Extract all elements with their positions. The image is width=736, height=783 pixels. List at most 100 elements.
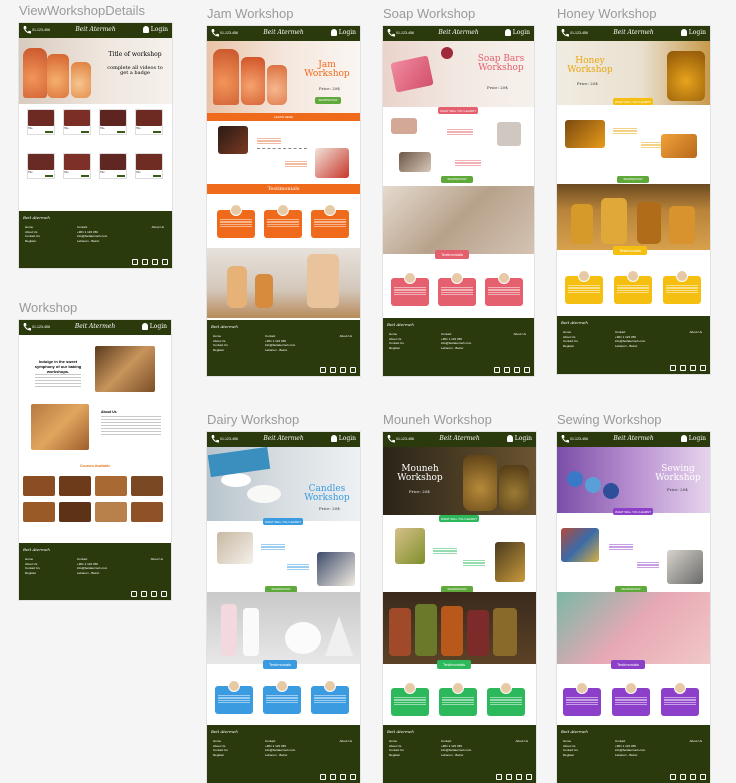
phone-number[interactable]: 01-123-456 bbox=[32, 325, 50, 329]
instagram-icon[interactable] bbox=[680, 774, 686, 780]
footer-link[interactable]: Register bbox=[563, 344, 578, 349]
course-card[interactable] bbox=[23, 502, 55, 522]
intro-title: Indulge in the sweet symphony of our bak… bbox=[34, 359, 82, 374]
facebook-icon[interactable] bbox=[494, 367, 500, 373]
phone-number[interactable]: 01-123-456 bbox=[396, 437, 414, 441]
logo[interactable]: Beit Atermeh bbox=[75, 323, 115, 330]
logo[interactable]: Beit Atermeh bbox=[263, 29, 303, 36]
footer: Beit Atermeh Home About Us Contact Us Regis… bbox=[207, 320, 360, 376]
youtube-icon[interactable] bbox=[152, 259, 158, 265]
instagram-icon[interactable] bbox=[141, 591, 147, 597]
twitter-icon[interactable] bbox=[162, 259, 168, 265]
course-card[interactable] bbox=[59, 502, 91, 522]
footer-link[interactable]: Register bbox=[389, 346, 404, 351]
instagram-icon[interactable] bbox=[504, 367, 510, 373]
logo[interactable]: Beit Atermeh bbox=[75, 26, 115, 33]
phone-number[interactable]: 01-123-456 bbox=[220, 437, 238, 441]
login-button[interactable]: Login bbox=[141, 323, 167, 330]
phone-number[interactable]: 01-123-456 bbox=[570, 31, 588, 35]
register-button[interactable]: REGISTER NOW bbox=[315, 97, 341, 104]
phone-number[interactable]: 01-123-456 bbox=[570, 437, 588, 441]
learn-point bbox=[641, 142, 663, 148]
login-button[interactable]: Login bbox=[506, 435, 532, 442]
video-item[interactable]: Title bbox=[63, 109, 91, 135]
footer-link[interactable]: Register bbox=[213, 348, 228, 353]
instagram-icon[interactable] bbox=[680, 365, 686, 371]
logo[interactable]: Beit Atermeh bbox=[613, 29, 653, 36]
facebook-icon[interactable] bbox=[320, 774, 326, 780]
twitter-icon[interactable] bbox=[350, 774, 356, 780]
video-item[interactable]: Title bbox=[99, 153, 127, 179]
video-item[interactable]: Title bbox=[63, 153, 91, 179]
youtube-icon[interactable] bbox=[340, 774, 346, 780]
video-item[interactable]: Title bbox=[27, 109, 55, 135]
footer-about[interactable]: About Us bbox=[690, 739, 702, 743]
logo[interactable]: Beit Atermeh bbox=[439, 435, 479, 442]
twitter-icon[interactable] bbox=[700, 774, 706, 780]
learn-point bbox=[455, 160, 481, 166]
login-button[interactable]: Login bbox=[330, 29, 356, 36]
video-item[interactable]: Title bbox=[27, 153, 55, 179]
login-button[interactable]: Login bbox=[680, 29, 706, 36]
phone-number[interactable]: 01-123-456 bbox=[32, 28, 50, 32]
instagram-icon[interactable] bbox=[142, 259, 148, 265]
facebook-icon[interactable] bbox=[131, 591, 137, 597]
testimonial-text bbox=[666, 285, 698, 294]
video-item[interactable]: Title bbox=[99, 109, 127, 135]
youtube-icon[interactable] bbox=[690, 365, 696, 371]
twitter-icon[interactable] bbox=[161, 591, 167, 597]
login-button[interactable]: Login bbox=[680, 435, 706, 442]
footer-about[interactable]: About Us bbox=[690, 330, 702, 334]
footer-link[interactable]: Register bbox=[25, 571, 40, 576]
facebook-icon[interactable] bbox=[320, 367, 326, 373]
course-card[interactable] bbox=[131, 476, 163, 496]
footer-link[interactable]: Register bbox=[25, 239, 40, 244]
footer-link[interactable]: Register bbox=[389, 753, 404, 758]
footer-about[interactable]: About Us bbox=[516, 739, 528, 743]
twitter-icon[interactable] bbox=[350, 367, 356, 373]
youtube-icon[interactable] bbox=[690, 774, 696, 780]
course-card[interactable] bbox=[95, 502, 127, 522]
instagram-icon[interactable] bbox=[330, 774, 336, 780]
course-card[interactable] bbox=[23, 476, 55, 496]
logo[interactable]: Beit Atermeh bbox=[263, 435, 303, 442]
youtube-icon[interactable] bbox=[516, 774, 522, 780]
footer-about[interactable]: About Us bbox=[152, 225, 164, 229]
twitter-icon[interactable] bbox=[524, 367, 530, 373]
phone-number[interactable]: 01-123-456 bbox=[396, 31, 414, 35]
twitter-icon[interactable] bbox=[700, 365, 706, 371]
phone-number[interactable]: 01-123-456 bbox=[220, 31, 238, 35]
footer-about[interactable]: About Us bbox=[151, 557, 163, 561]
youtube-icon[interactable] bbox=[340, 367, 346, 373]
hero: Soap Bars Workshop Price: 20$ bbox=[383, 41, 534, 107]
footer-link[interactable]: Register bbox=[563, 753, 578, 758]
login-label: Login bbox=[688, 435, 706, 442]
footer-about[interactable]: About Us bbox=[340, 739, 352, 743]
twitter-icon[interactable] bbox=[526, 774, 532, 780]
footer-about[interactable]: About Us bbox=[514, 332, 526, 336]
youtube-icon[interactable] bbox=[514, 367, 520, 373]
youtube-icon[interactable] bbox=[151, 591, 157, 597]
facebook-icon[interactable] bbox=[132, 259, 138, 265]
register-button[interactable]: REGISTER NOW bbox=[617, 176, 649, 183]
facebook-icon[interactable] bbox=[670, 365, 676, 371]
footer-about[interactable]: About Us bbox=[340, 334, 352, 338]
video-item[interactable]: Title bbox=[135, 109, 163, 135]
login-button[interactable]: Login bbox=[330, 435, 356, 442]
testimonial-card bbox=[565, 270, 603, 304]
facebook-icon[interactable] bbox=[496, 774, 502, 780]
course-card[interactable] bbox=[59, 476, 91, 496]
instagram-icon[interactable] bbox=[506, 774, 512, 780]
logo[interactable]: Beit Atermeh bbox=[438, 29, 478, 36]
hero-price: Price: 20$ bbox=[577, 81, 598, 86]
login-button[interactable]: Login bbox=[504, 29, 530, 36]
login-button[interactable]: Login bbox=[142, 26, 168, 33]
facebook-icon[interactable] bbox=[670, 774, 676, 780]
instagram-icon[interactable] bbox=[330, 367, 336, 373]
register-button[interactable]: REGISTER NOW bbox=[441, 176, 473, 183]
course-card[interactable] bbox=[131, 502, 163, 522]
logo[interactable]: Beit Atermeh bbox=[613, 435, 653, 442]
course-card[interactable] bbox=[95, 476, 127, 496]
video-item[interactable]: Title bbox=[135, 153, 163, 179]
footer-link[interactable]: Register bbox=[213, 753, 228, 758]
